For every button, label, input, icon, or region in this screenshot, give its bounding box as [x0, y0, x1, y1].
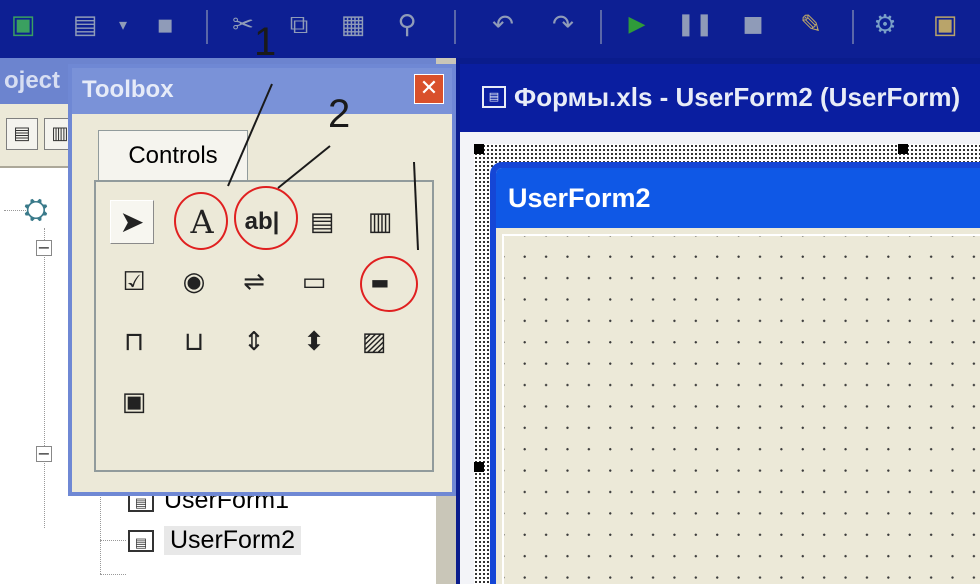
- run-icon[interactable]: ▶: [620, 8, 654, 42]
- collapse-node-icon[interactable]: −: [36, 446, 52, 462]
- vbaproject-icon[interactable]: ⛭: [24, 192, 48, 227]
- save-icon[interactable]: ▪: [148, 8, 182, 42]
- paste-icon[interactable]: ▦: [336, 8, 370, 42]
- view-code-icon[interactable]: ▤: [6, 118, 38, 150]
- frame-tool-icon[interactable]: ▭: [292, 260, 336, 304]
- undo-icon[interactable]: ↶: [486, 8, 520, 42]
- toolbox-titlebar[interactable]: Toolbox ✕: [72, 68, 452, 114]
- collapse-node-icon[interactable]: −: [36, 240, 52, 256]
- image-tool-icon[interactable]: ▨: [352, 320, 396, 364]
- tabstrip-tool-icon[interactable]: ⊓: [112, 320, 156, 364]
- toolbar-separator: [852, 10, 854, 44]
- dropdown-arrow-icon[interactable]: ▾: [106, 8, 140, 42]
- toolbox-title: Toolbox: [82, 76, 174, 103]
- stop-icon[interactable]: ■: [736, 8, 770, 42]
- tab-controls[interactable]: Controls: [98, 130, 248, 181]
- designer-titlebar[interactable]: ▤ Формы.xls - UserForm2 (UserForm): [460, 64, 980, 132]
- resize-handle[interactable]: [898, 144, 908, 154]
- refedit-tool-icon[interactable]: ▣: [112, 380, 156, 424]
- insert-userform-icon[interactable]: ▤: [68, 8, 102, 42]
- tree-line: [100, 540, 126, 541]
- userform2-canvas[interactable]: UserForm2: [490, 162, 980, 584]
- annotation-circle-commandbutton: [360, 256, 418, 312]
- find-icon[interactable]: ⚲: [390, 8, 424, 42]
- excel-icon[interactable]: ▣: [6, 8, 40, 42]
- multipage-tool-icon[interactable]: ⊔: [172, 320, 216, 364]
- designer-title: Формы.xls - UserForm2 (UserForm): [514, 82, 961, 112]
- annotation-number-2: 2: [328, 92, 351, 136]
- userform-grid[interactable]: [502, 234, 980, 584]
- tree-line: [100, 574, 126, 575]
- tree-item-userform2[interactable]: ▤ UserForm2: [128, 526, 302, 555]
- pause-icon[interactable]: ❚❚: [677, 8, 714, 42]
- select-objects-pointer-icon[interactable]: ➤: [110, 200, 154, 244]
- redo-icon[interactable]: ↷: [546, 8, 580, 42]
- scrollbar-tool-icon[interactable]: ⇕: [232, 320, 276, 364]
- annotation-number-1: 1: [254, 20, 277, 64]
- userform-window-icon: ▤: [482, 86, 506, 108]
- close-icon[interactable]: ✕: [414, 74, 444, 104]
- spinbutton-tool-icon[interactable]: ⬍: [292, 320, 336, 364]
- annotation-circle-textbox: [234, 186, 298, 250]
- toolbar-separator: [454, 10, 456, 44]
- resize-handle[interactable]: [474, 144, 484, 154]
- combobox-tool-icon[interactable]: ▤: [300, 200, 344, 244]
- userform-icon: ▤: [128, 529, 154, 552]
- listbox-tool-icon[interactable]: ▥: [358, 200, 402, 244]
- togglebutton-tool-icon[interactable]: ⇌: [232, 260, 276, 304]
- tree-line: [4, 210, 26, 211]
- copy-icon[interactable]: ⧉: [282, 8, 316, 42]
- checkbox-tool-icon[interactable]: ☑: [112, 260, 156, 304]
- toolbar-separator: [206, 10, 208, 44]
- design-mode-icon[interactable]: ✎: [794, 8, 828, 42]
- tree-line: [44, 228, 45, 528]
- tree-item-label: UserForm2: [164, 526, 302, 555]
- annotation-circle-label: [174, 192, 228, 250]
- standard-toolbar: ▣ ▤ ▾ ▪ ✂ ⧉ ▦ ⚲ ↶ ↷ ▶ ❚❚ ■ ✎ ⚙ ▣: [0, 0, 980, 58]
- resize-handle[interactable]: [474, 462, 484, 472]
- toolbar-separator: [600, 10, 602, 44]
- optionbutton-tool-icon[interactable]: ◉: [172, 260, 216, 304]
- project-explorer-icon[interactable]: ⚙: [868, 8, 902, 42]
- properties-icon[interactable]: ▣: [928, 8, 962, 42]
- userform-caption: UserForm2: [496, 168, 980, 228]
